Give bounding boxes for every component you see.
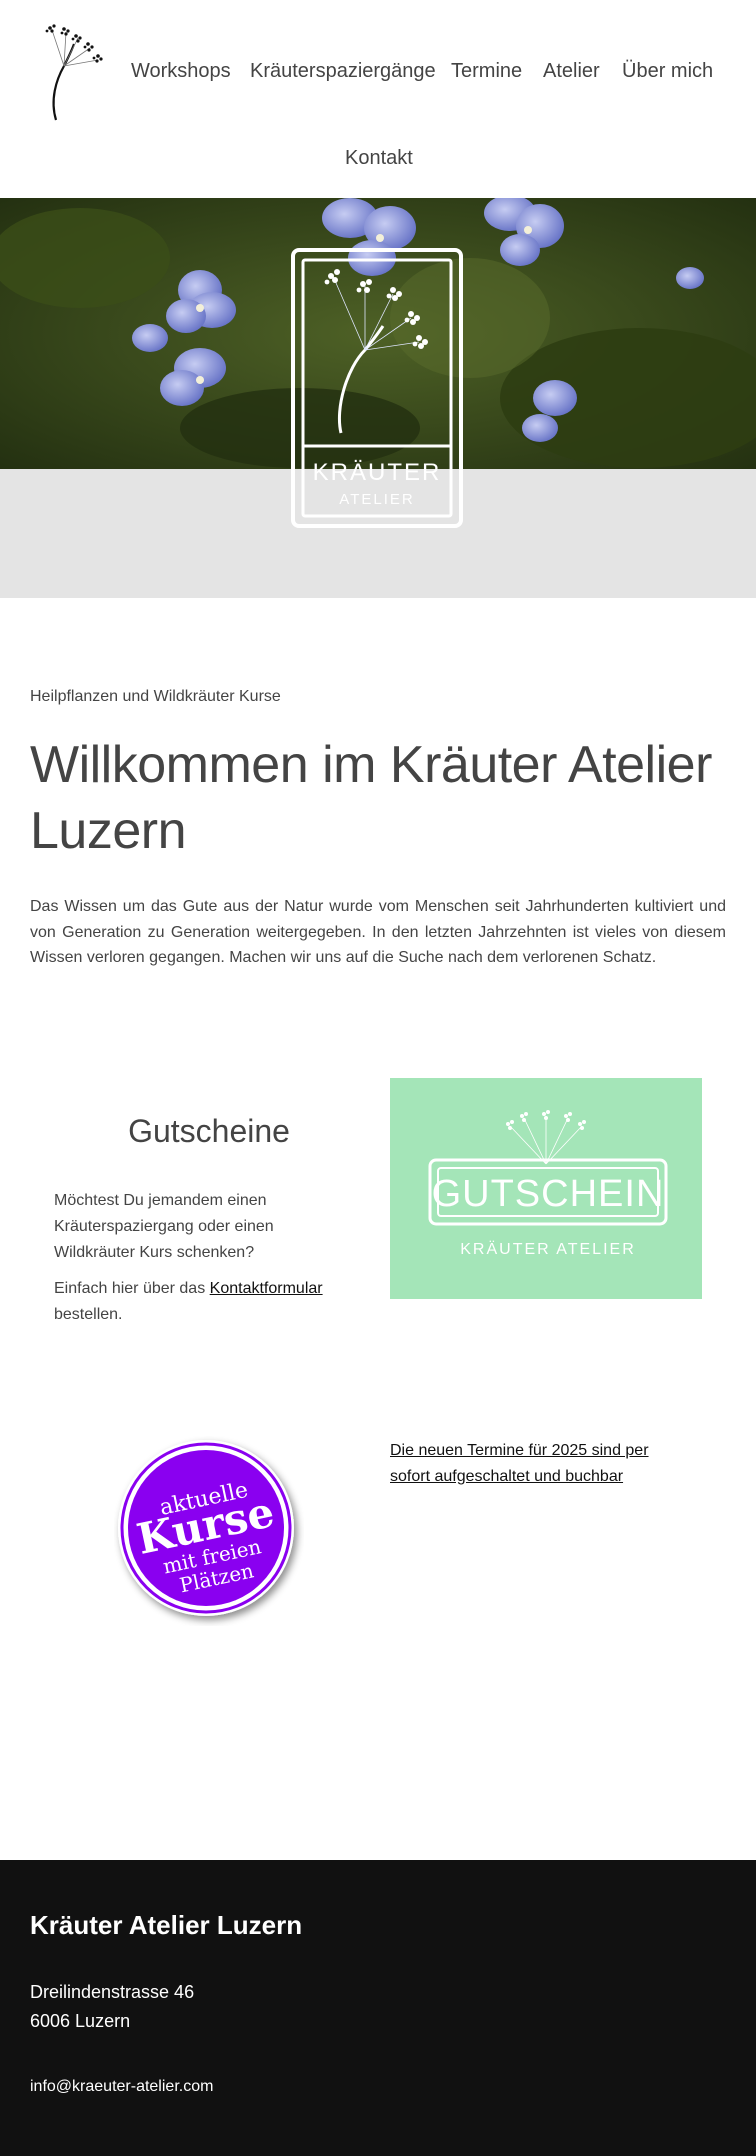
nav-workshops[interactable]: Workshops: [131, 60, 231, 83]
courses-badge[interactable]: aktuelle Kurse mit freien Plätzen: [114, 1436, 304, 1626]
hero: KRÄUTER ATELIER: [0, 198, 756, 598]
voucher-title: Gutscheine: [128, 1113, 290, 1149]
nav-termine[interactable]: Termine: [451, 60, 522, 83]
hero-logo-title: KRÄUTER: [313, 459, 442, 486]
voucher-order-prefix: Einfach hier über das: [54, 1280, 210, 1297]
site-footer: Kräuter Atelier Luzern Dreilindenstrasse…: [0, 1860, 756, 2156]
footer-city: 6006 Luzern: [30, 2011, 131, 2031]
voucher-order-text: Einfach hier über das Kontaktformular be…: [54, 1276, 354, 1328]
new-dates-link[interactable]: Die neuen Termine für 2025 sind per sofo…: [390, 1438, 690, 1490]
footer-street: Dreilindenstrasse 46: [30, 1982, 195, 2002]
voucher-card-image: GUTSCHEIN KRÄUTER ATELIER: [390, 1078, 702, 1299]
voucher-description: Möchtest Du jemandem einen Kräuterspazie…: [54, 1192, 274, 1261]
contact-form-link[interactable]: Kontaktformular: [210, 1280, 323, 1297]
site-header: Workshops Kräuterspaziergänge Termine At…: [0, 0, 756, 198]
footer-address: Dreilindenstrasse 46 6006 Luzern: [30, 1978, 194, 2036]
voucher-section: Gutscheine Möchtest Du jemandem einen Kr…: [0, 1078, 756, 1398]
voucher-card-title: GUTSCHEIN: [432, 1173, 665, 1215]
nav-atelier[interactable]: Atelier: [543, 60, 600, 83]
nav-kraeuterspaziergaenge[interactable]: Kräuterspaziergänge: [250, 60, 436, 83]
page-title: Willkommen im Kräuter Atelier Luzern: [30, 736, 712, 860]
footer-email-link[interactable]: info@kraeuter-atelier.com: [30, 2078, 213, 2096]
nav-kontakt[interactable]: Kontakt: [345, 147, 413, 170]
voucher-order-suffix: bestellen.: [54, 1306, 123, 1323]
hero-logo-subtitle: ATELIER: [339, 491, 414, 508]
intro-text: Das Wissen um das Gute aus der Natur wur…: [30, 898, 726, 966]
hero-brand-logo: KRÄUTER ATELIER: [291, 248, 463, 528]
footer-title: Kräuter Atelier Luzern: [30, 1910, 303, 1940]
nav-ueber-mich[interactable]: Über mich: [622, 60, 713, 83]
voucher-card-subtitle: KRÄUTER ATELIER: [460, 1240, 636, 1258]
courses-section: aktuelle Kurse mit freien Plätzen Die ne…: [0, 1398, 756, 1906]
intro-section: Heilpflanzen und Wildkräuter Kurse Willk…: [0, 598, 756, 1078]
main-nav: Workshops Kräuterspaziergänge Termine At…: [0, 0, 756, 198]
intro-kicker: Heilpflanzen und Wildkräuter Kurse: [30, 688, 281, 705]
